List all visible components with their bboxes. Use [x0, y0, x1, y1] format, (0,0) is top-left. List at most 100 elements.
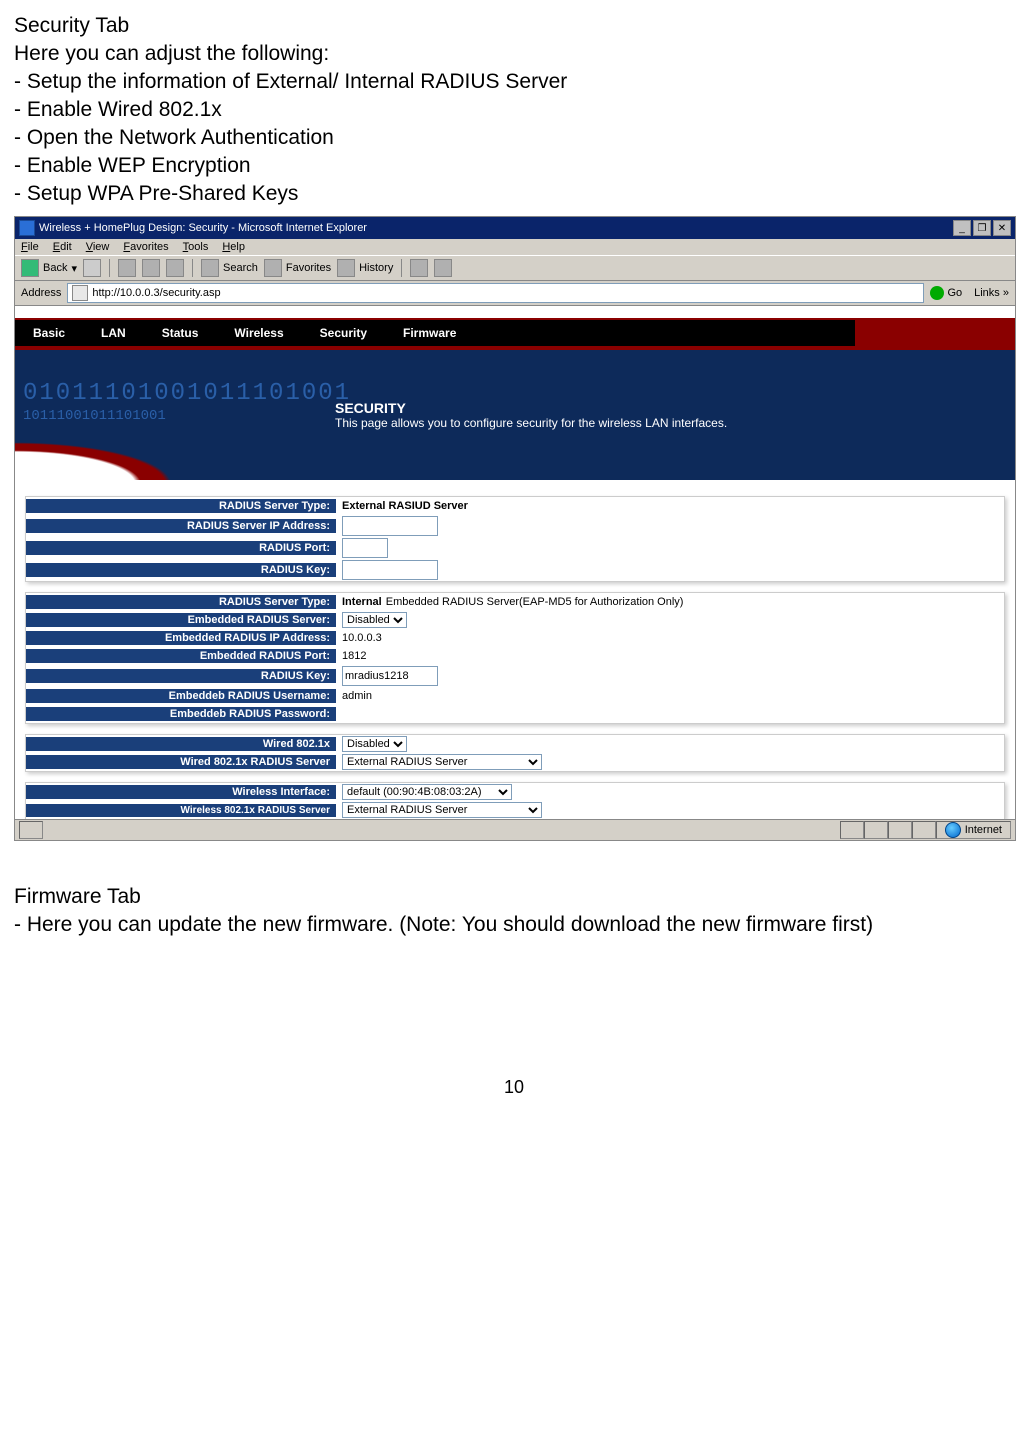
emb-radius-user-value: admin: [336, 689, 1004, 703]
radius-type-label: RADIUS Server Type:: [26, 499, 336, 513]
forward-button[interactable]: [83, 259, 101, 277]
emb-radius-pass-label: Embeddeb RADIUS Password:: [26, 707, 336, 721]
hero-subtitle: This page allows you to configure securi…: [335, 416, 727, 430]
history-label: History: [359, 262, 393, 274]
menu-view[interactable]: View: [86, 241, 110, 253]
tab-wireless[interactable]: Wireless: [216, 320, 301, 346]
radius-ip-label: RADIUS Server IP Address:: [26, 519, 336, 533]
bullet-3: - Open the Network Authentication: [14, 126, 1014, 150]
refresh-button[interactable]: [142, 259, 160, 277]
wireless-interface-block: Wireless Interface: default (00:90:4B:08…: [25, 782, 1005, 819]
search-icon: [201, 259, 219, 277]
hero-swoosh: [15, 424, 315, 480]
firmware-heading: Firmware Tab: [14, 885, 1014, 909]
bullet-5: - Setup WPA Pre-Shared Keys: [14, 182, 1014, 206]
close-button[interactable]: ✕: [993, 220, 1011, 236]
page-icon: [72, 285, 88, 301]
menu-bar: File Edit View Favorites Tools Help: [15, 239, 1015, 255]
tab-lan[interactable]: LAN: [83, 320, 144, 346]
emb-radius-server-select[interactable]: Disabled: [342, 612, 407, 628]
tab-firmware[interactable]: Firmware: [385, 320, 474, 346]
firmware-text: - Here you can update the new firmware. …: [14, 913, 1014, 937]
wireless-8021x-radius-label: Wireless 802.1x RADIUS Server: [26, 804, 336, 817]
status-seg-1: [840, 821, 864, 839]
back-button[interactable]: Back ▾: [21, 259, 77, 277]
links-label: Links: [974, 287, 1000, 299]
tab-basic[interactable]: Basic: [15, 320, 83, 346]
emb-radius-key-input[interactable]: [342, 666, 438, 686]
history-button[interactable]: History: [337, 259, 393, 277]
maximize-button[interactable]: ❐: [973, 220, 991, 236]
hero-banner: 01011101001011101001 10111001011101001 S…: [15, 350, 1015, 480]
hero-digits-1: 01011101001011101001: [23, 380, 351, 407]
status-seg-4: [912, 821, 936, 839]
internet-icon: [945, 822, 961, 838]
radius-type-value: External RASIUD Server: [342, 500, 468, 512]
search-label: Search: [223, 262, 258, 274]
menu-edit[interactable]: Edit: [53, 241, 72, 253]
page-content: Basic LAN Status Wireless Security Firmw…: [15, 306, 1015, 819]
emb-radius-server-label: Embedded RADIUS Server:: [26, 613, 336, 627]
address-bar: Address http://10.0.0.3/security.asp Go …: [15, 281, 1015, 306]
mail-button[interactable]: [410, 259, 428, 277]
menu-file[interactable]: File: [21, 241, 39, 253]
internal-radius-block: RADIUS Server Type: Internal Embedded RA…: [25, 592, 1005, 724]
status-zone-label: Internet: [965, 824, 1002, 836]
minimize-button[interactable]: _: [953, 220, 971, 236]
radius-ip-input[interactable]: [342, 516, 438, 536]
links-button[interactable]: Links »: [974, 287, 1009, 299]
toolbar-sep-2: [192, 259, 193, 277]
tab-security[interactable]: Security: [302, 320, 385, 346]
wired-8021x-select[interactable]: Disabled: [342, 736, 407, 752]
radius-port-input[interactable]: [342, 538, 388, 558]
status-left: [19, 821, 43, 839]
toolbar: Back ▾ Search Favorites History: [15, 255, 1015, 281]
window-title: Wireless + HomePlug Design: Security - M…: [39, 222, 367, 234]
emb-radius-user-label: Embeddeb RADIUS Username:: [26, 689, 336, 703]
int-radius-type-strong: Internal: [342, 596, 382, 608]
favorites-label: Favorites: [286, 262, 331, 274]
wireless-interface-select[interactable]: default (00:90:4B:08:03:2A): [342, 784, 512, 800]
toolbar-sep: [109, 259, 110, 277]
browser-window: Wireless + HomePlug Design: Security - M…: [14, 216, 1016, 841]
emb-radius-pass-value: [336, 713, 1004, 715]
wireless-8021x-radius-select[interactable]: External RADIUS Server: [342, 802, 542, 818]
menu-favorites[interactable]: Favorites: [123, 241, 168, 253]
int-radius-type-rest: Embedded RADIUS Server(EAP-MD5 for Autho…: [386, 596, 684, 608]
tab-status[interactable]: Status: [144, 320, 217, 346]
go-button[interactable]: Go: [930, 286, 962, 300]
search-button[interactable]: Search: [201, 259, 258, 277]
emb-radius-key-label: RADIUS Key:: [26, 669, 336, 683]
address-input[interactable]: http://10.0.0.3/security.asp: [67, 283, 924, 303]
bullet-1: - Setup the information of External/ Int…: [14, 70, 1014, 94]
hero-title: SECURITY: [335, 400, 727, 416]
menu-tools[interactable]: Tools: [183, 241, 209, 253]
wired-8021x-radius-select[interactable]: External RADIUS Server: [342, 754, 542, 770]
radius-key-input[interactable]: [342, 560, 438, 580]
emb-radius-port-label: Embedded RADIUS Port:: [26, 649, 336, 663]
section-intro: Here you can adjust the following:: [14, 42, 1014, 66]
print-button[interactable]: [434, 259, 452, 277]
menu-help[interactable]: Help: [222, 241, 245, 253]
go-icon: [930, 286, 944, 300]
bullet-4: - Enable WEP Encryption: [14, 154, 1014, 178]
bullet-2: - Enable Wired 802.1x: [14, 98, 1014, 122]
wireless-interface-label: Wireless Interface:: [26, 785, 336, 799]
wired-8021x-label: Wired 802.1x: [26, 737, 336, 751]
status-bar: Internet: [15, 819, 1015, 840]
external-radius-block: RADIUS Server Type: External RASIUD Serv…: [25, 496, 1005, 582]
emb-radius-ip-label: Embedded RADIUS IP Address:: [26, 631, 336, 645]
radius-key-label: RADIUS Key:: [26, 563, 336, 577]
stop-button[interactable]: [118, 259, 136, 277]
history-icon: [337, 259, 355, 277]
home-button[interactable]: [166, 259, 184, 277]
emb-radius-ip-value: 10.0.0.3: [336, 631, 1004, 645]
wired-8021x-block: Wired 802.1x Disabled Wired 802.1x RADIU…: [25, 734, 1005, 772]
address-value: http://10.0.0.3/security.asp: [92, 287, 220, 299]
int-radius-type-label: RADIUS Server Type:: [26, 595, 336, 609]
nav-tabs: Basic LAN Status Wireless Security Firmw…: [15, 318, 1015, 346]
wired-8021x-radius-label: Wired 802.1x RADIUS Server: [26, 755, 336, 769]
favorites-button[interactable]: Favorites: [264, 259, 331, 277]
address-label: Address: [21, 287, 61, 299]
hero-digits-2: 10111001011101001: [23, 408, 166, 424]
